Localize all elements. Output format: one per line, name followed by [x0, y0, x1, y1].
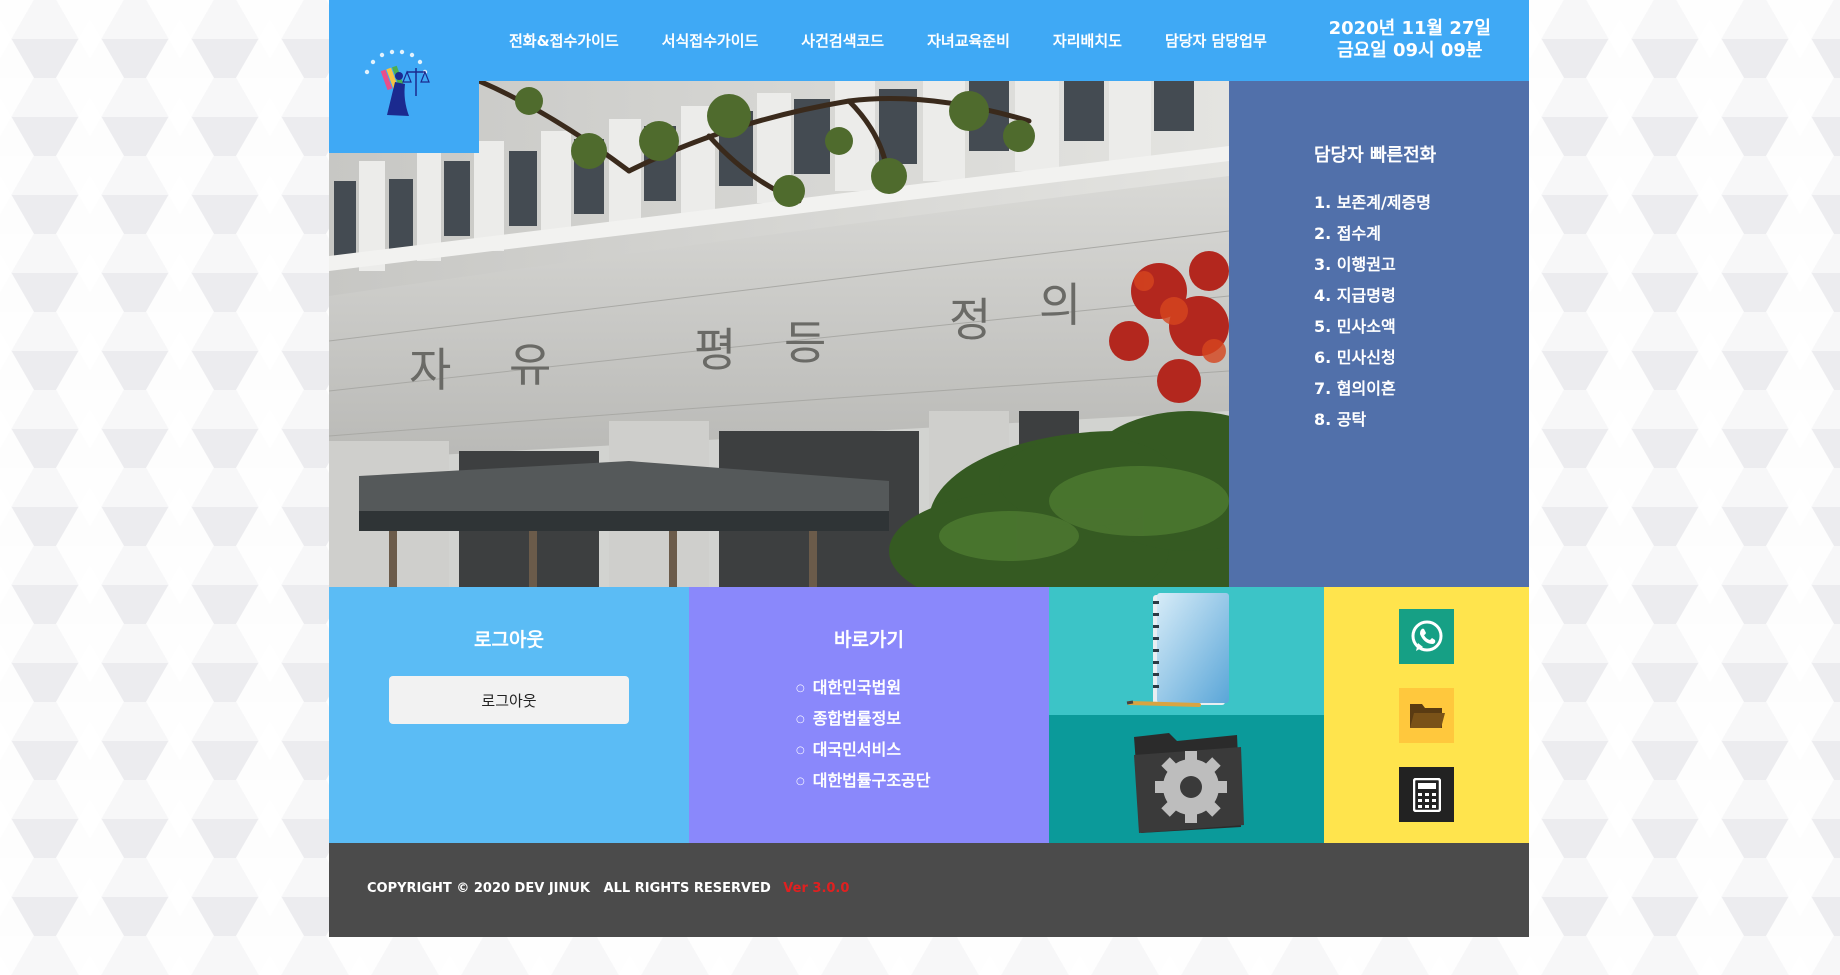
shortcut-link-legal-info[interactable]: 종합법률정보 [796, 703, 931, 734]
quick-call-item[interactable]: 3. 이행권고 [1314, 249, 1431, 280]
notebook-icon [1126, 593, 1229, 707]
quick-call-item[interactable]: 1. 보존계/제증명 [1314, 187, 1431, 218]
nav-item-seat-map[interactable]: 자리배치도 [1053, 30, 1122, 51]
footer: COPYRIGHT © 2020 DEV JINUK ALL RIGHTS RE… [329, 843, 1529, 937]
engraving-letter: 의 [1039, 278, 1081, 332]
engraving-letter: 유 [509, 338, 551, 392]
engraving-letter: 정 [949, 293, 991, 347]
quick-call-item[interactable]: 7. 협의이혼 [1314, 373, 1431, 404]
nav-item-staff-duties[interactable]: 담당자 담당업무 [1165, 30, 1267, 51]
logout-tile: 로그아웃 로그아웃 [329, 587, 689, 843]
logout-tile-title: 로그아웃 [474, 629, 544, 651]
clock-time: 금요일 09시 09분 [1337, 40, 1483, 61]
court-building-illustration: 자 유 평 등 정 의 [329, 81, 1229, 587]
settings-folder-icon [1134, 733, 1244, 833]
logo[interactable] [329, 0, 479, 153]
nav-item-child-education[interactable]: 자녀교육준비 [927, 30, 1010, 51]
shortcut-link-court[interactable]: 대한민국법원 [796, 672, 931, 703]
engraving-letter: 등 [784, 316, 826, 370]
hero-image: 자 유 평 등 정 의 [329, 81, 1229, 587]
shortcuts-tile: 바로가기 대한민국법원 종합법률정보 대국민서비스 대한법률구조공단 [689, 587, 1049, 843]
nav-item-phone-guide[interactable]: 전화&접수가이드 [509, 30, 619, 51]
nav-item-case-code[interactable]: 사건검색코드 [801, 30, 884, 51]
tools-tile [1324, 587, 1529, 843]
clock-date: 2020년 11월 27일 [1328, 18, 1491, 39]
page-container: 전화&접수가이드 서식접수가이드 사건검색코드 자녀교육준비 자리배치도 담당자… [329, 0, 1529, 937]
quick-call-item[interactable]: 2. 접수계 [1314, 218, 1431, 249]
quick-call-item[interactable]: 6. 민사신청 [1314, 342, 1431, 373]
folder-icon[interactable] [1399, 688, 1454, 743]
clock: 2020년 11월 27일 금요일 09시 09분 [1329, 18, 1491, 62]
quick-call-panel: 담당자 빠른전화 1. 보존계/제증명 2. 접수계 3. 이행권고 4. 지급… [1229, 81, 1529, 587]
quick-call-item[interactable]: 4. 지급명령 [1314, 280, 1431, 311]
nav-item-form-guide[interactable]: 서식접수가이드 [662, 30, 759, 51]
shortcut-link-public-service[interactable]: 대국민서비스 [796, 734, 931, 765]
engraving-letter: 평 [694, 323, 736, 377]
main-nav: 전화&접수가이드 서식접수가이드 사건검색코드 자녀교육준비 자리배치도 담당자… [509, 0, 1310, 81]
header: 전화&접수가이드 서식접수가이드 사건검색코드 자녀교육준비 자리배치도 담당자… [329, 0, 1529, 81]
calculator-icon[interactable] [1399, 767, 1454, 822]
settings-tile[interactable] [1049, 715, 1324, 843]
quick-call-list: 1. 보존계/제증명 2. 접수계 3. 이행권고 4. 지급명령 5. 민사소… [1314, 187, 1431, 435]
quick-call-item[interactable]: 5. 민사소액 [1314, 311, 1431, 342]
logout-button[interactable]: 로그아웃 [389, 676, 629, 724]
quick-call-item[interactable]: 8. 공탁 [1314, 404, 1431, 435]
notebook-tile[interactable] [1049, 587, 1324, 715]
shortcuts-tile-title: 바로가기 [834, 629, 904, 651]
version-label: Ver 3.0.0 [783, 881, 850, 896]
footer-text: COPYRIGHT © 2020 DEV JINUK ALL RIGHTS RE… [367, 881, 849, 896]
quick-call-title: 담당자 빠른전화 [1314, 145, 1437, 166]
court-logo-icon [364, 49, 430, 116]
copyright-text: COPYRIGHT © 2020 DEV JINUK ALL RIGHTS RE… [367, 881, 771, 896]
shortcuts-list: 대한민국법원 종합법률정보 대국민서비스 대한법률구조공단 [796, 672, 931, 796]
engraving-letter: 자 [409, 343, 451, 397]
whatsapp-icon[interactable] [1399, 609, 1454, 664]
shortcut-link-legal-aid[interactable]: 대한법률구조공단 [796, 765, 931, 796]
